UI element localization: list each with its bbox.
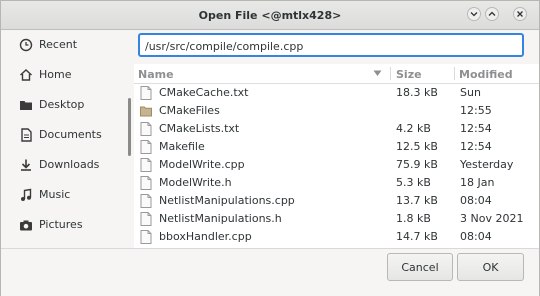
file-icon bbox=[140, 194, 152, 208]
file-icon bbox=[140, 230, 152, 244]
file-size: 14.7 kB bbox=[396, 230, 438, 243]
sort-descending-icon[interactable] bbox=[373, 70, 382, 77]
column-header-name[interactable]: Name bbox=[138, 68, 174, 81]
window-title: Open File <@mtlx428> bbox=[198, 9, 342, 22]
location-field[interactable] bbox=[138, 33, 524, 57]
file-name: NetlistManipulations.h bbox=[159, 212, 282, 225]
file-modified: Yesterday bbox=[460, 158, 514, 171]
file-row[interactable]: ModelWrite.h 5.3 kB 18 Jan bbox=[134, 174, 539, 192]
file-row[interactable]: bboxHandler.cpp 14.7 kB 08:04 bbox=[134, 228, 539, 246]
open-file-dialog: Open File <@mtlx428> Recent Home Desktop… bbox=[0, 0, 540, 296]
file-icon bbox=[140, 158, 152, 172]
sidebar-item-label: Downloads bbox=[39, 158, 100, 171]
sidebar-item-music[interactable]: Music bbox=[1, 180, 129, 210]
desktop-folder-icon bbox=[20, 101, 32, 110]
file-modified: 18 Jan bbox=[460, 176, 495, 189]
folder-icon bbox=[140, 106, 152, 117]
file-icon bbox=[140, 122, 152, 136]
sidebar-item-label: Documents bbox=[39, 128, 102, 141]
file-modified: 3 Nov 2021 bbox=[460, 212, 524, 225]
clock-icon bbox=[19, 38, 33, 52]
file-modified: 08:04 bbox=[460, 230, 492, 243]
location-input[interactable] bbox=[145, 38, 515, 54]
file-size: 12.5 kB bbox=[396, 140, 438, 153]
file-size: 18.3 kB bbox=[396, 86, 438, 99]
sidebar-item-downloads[interactable]: Downloads bbox=[1, 150, 129, 180]
sidebar-item-pictures[interactable]: Pictures bbox=[1, 210, 129, 240]
file-modified: 12:54 bbox=[460, 122, 492, 135]
file-modified: 12:54 bbox=[460, 140, 492, 153]
chevron-up-icon bbox=[488, 11, 496, 16]
file-icon bbox=[140, 140, 152, 154]
file-row[interactable]: NetlistManipulations.cpp 13.7 kB 08:04 bbox=[134, 192, 539, 210]
file-name: ModelWrite.cpp bbox=[159, 158, 245, 171]
camera-icon bbox=[20, 220, 32, 231]
file-row[interactable]: CMakeFiles 12:55 bbox=[134, 102, 539, 120]
close-button[interactable] bbox=[513, 7, 527, 21]
file-size: 13.7 kB bbox=[396, 194, 438, 207]
sidebar-item-desktop[interactable]: Desktop bbox=[1, 90, 129, 120]
dialog-action-bar: Cancel OK bbox=[1, 248, 539, 296]
file-row[interactable]: NetlistManipulations.h 1.8 kB 3 Nov 2021 bbox=[134, 210, 539, 228]
file-size: 75.9 kB bbox=[396, 158, 438, 171]
file-row[interactable]: Makefile 12.5 kB 12:54 bbox=[134, 138, 539, 156]
column-separator bbox=[454, 67, 455, 80]
file-name: bboxHandler.cpp bbox=[159, 230, 252, 243]
file-icon bbox=[140, 212, 152, 226]
sidebar-item-documents[interactable]: Documents bbox=[1, 120, 129, 150]
title-bar[interactable]: Open File <@mtlx428> bbox=[1, 1, 539, 30]
sidebar-item-label: Music bbox=[39, 188, 71, 201]
sidebar-item-label: Desktop bbox=[39, 98, 85, 111]
minimize-button[interactable] bbox=[467, 7, 481, 21]
file-row[interactable]: ModelWrite.cpp 75.9 kB Yesterday bbox=[134, 156, 539, 174]
file-name: CMakeCache.txt bbox=[159, 86, 249, 99]
column-header-size[interactable]: Size bbox=[396, 68, 422, 81]
file-row[interactable]: CMakeLists.txt 4.2 kB 12:54 bbox=[134, 120, 539, 138]
file-modified: Sun bbox=[460, 86, 481, 99]
close-icon bbox=[517, 11, 523, 17]
file-list-header: Name Size Modified bbox=[134, 64, 539, 84]
sidebar-scrollbar[interactable] bbox=[128, 98, 131, 156]
maximize-button[interactable] bbox=[485, 7, 499, 21]
download-icon bbox=[21, 159, 31, 171]
home-icon bbox=[20, 69, 32, 81]
sidebar-item-recent[interactable]: Recent bbox=[1, 30, 129, 60]
ok-button[interactable]: OK bbox=[457, 253, 524, 281]
sidebar-item-label: Home bbox=[39, 68, 72, 81]
file-modified: 08:04 bbox=[460, 194, 492, 207]
file-icon bbox=[140, 86, 152, 100]
file-row[interactable]: CMakeCache.txt 18.3 kB Sun bbox=[134, 84, 539, 102]
file-name: CMakeFiles bbox=[159, 104, 220, 117]
music-note-icon bbox=[21, 188, 32, 201]
file-list: Name Size Modified CMakeCache.txt 18.3 k… bbox=[134, 64, 539, 248]
file-icon bbox=[140, 176, 152, 190]
chevron-down-icon bbox=[470, 12, 478, 17]
file-size: 4.2 kB bbox=[396, 122, 431, 135]
sidebar-item-label: Pictures bbox=[39, 218, 83, 231]
file-name: Makefile bbox=[159, 140, 205, 153]
column-separator bbox=[390, 67, 391, 80]
cancel-button[interactable]: Cancel bbox=[387, 253, 453, 281]
file-name: NetlistManipulations.cpp bbox=[159, 194, 295, 207]
file-name: ModelWrite.h bbox=[159, 176, 232, 189]
sidebar-item-home[interactable]: Home bbox=[1, 60, 129, 90]
sidebar-item-label: Recent bbox=[39, 38, 78, 51]
places-sidebar: Recent Home Desktop Documents Downloads … bbox=[1, 30, 131, 248]
column-header-modified[interactable]: Modified bbox=[459, 68, 513, 81]
file-name: CMakeLists.txt bbox=[159, 122, 240, 135]
file-modified: 12:55 bbox=[460, 104, 492, 117]
file-size: 1.8 kB bbox=[396, 212, 431, 225]
document-icon bbox=[21, 128, 32, 142]
file-size: 5.3 kB bbox=[396, 176, 431, 189]
